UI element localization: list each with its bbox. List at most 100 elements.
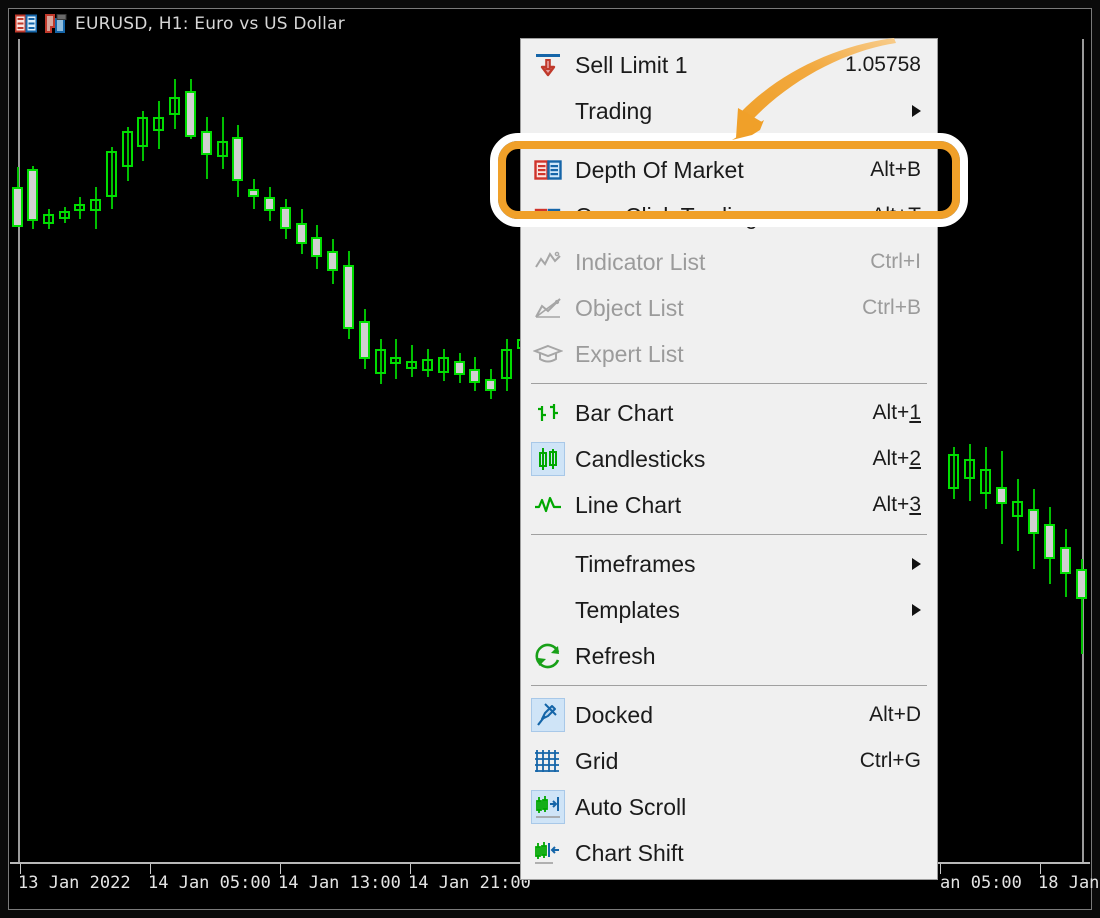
candle (217, 117, 228, 169)
candle-body (122, 131, 133, 167)
candle (964, 444, 975, 501)
candle (1076, 559, 1087, 654)
candle (422, 349, 433, 377)
menu-item-shortcut: Alt+2 (872, 447, 921, 470)
chart-window-icon[interactable] (45, 14, 67, 34)
indicator-list-icon (531, 245, 565, 279)
candle-body (485, 379, 496, 391)
menu-item-auto-scroll[interactable]: Auto Scroll (521, 784, 937, 830)
candle-body (1060, 547, 1071, 574)
menu-item-depth-of-market[interactable]: Depth Of Market Alt+B (521, 147, 937, 193)
menu-item-shortcut: Ctrl+G (859, 749, 921, 772)
candle (248, 179, 259, 209)
menu-item-line-chart[interactable]: Line Chart Alt+3 (521, 482, 937, 528)
candle (27, 166, 38, 229)
candle-body (390, 357, 401, 364)
candle-body (327, 251, 338, 271)
candle-body (59, 211, 70, 219)
candle (343, 251, 354, 339)
candle-body (469, 369, 480, 383)
menu-item-one-click-trading[interactable]: One Click Trading Alt+T (521, 193, 937, 239)
candle (359, 309, 370, 369)
candle-body (137, 117, 148, 147)
menu-item-label: Chart Shift (575, 839, 684, 866)
menu-item-refresh[interactable]: Refresh (521, 633, 937, 679)
line-chart-icon (531, 488, 565, 522)
candle (980, 447, 991, 509)
candle (264, 187, 275, 221)
candle (1044, 507, 1055, 584)
candle-body (1076, 569, 1087, 599)
sell-limit-icon (531, 48, 565, 82)
menu-item-label: Sell Limit 1 (575, 51, 688, 78)
candle (406, 345, 417, 377)
menu-item-shortcut: 1.05758 (845, 53, 921, 76)
menu-separator (531, 383, 927, 384)
candle (1012, 479, 1023, 551)
menu-item-docked[interactable]: Docked Alt+D (521, 692, 937, 738)
candle-body (12, 187, 23, 227)
candle-body (438, 357, 449, 373)
screen: EURUSD, H1: Euro vs US Dollar 13 Jan 202… (0, 0, 1100, 918)
menu-item-icon-placeholder (531, 94, 565, 128)
menu-item-grid[interactable]: Grid Ctrl+G (521, 738, 937, 784)
candle-body (996, 487, 1007, 504)
candle (232, 125, 243, 197)
candle (1028, 489, 1039, 569)
candle-body (501, 349, 512, 379)
auto-scroll-icon (531, 790, 565, 824)
candle (996, 451, 1007, 544)
time-axis-label: an 05:00 (940, 873, 1022, 893)
menu-item-shortcut: Alt+T (871, 204, 921, 227)
candle-body (296, 223, 307, 244)
expert-list-icon (531, 337, 565, 371)
candle-body (1012, 501, 1023, 517)
menu-item-label: Templates (575, 596, 680, 623)
menu-item-sell-limit[interactable]: Sell Limit 1 1.05758 (521, 42, 937, 88)
menu-item-shortcut: Alt+D (869, 703, 921, 726)
menu-item-label: Line Chart (575, 491, 682, 518)
candle-body (248, 189, 259, 197)
menu-item-trading[interactable]: Trading (521, 88, 937, 134)
candle (122, 127, 133, 181)
time-axis-label: 14 Jan 05:00 (148, 873, 271, 893)
candle (390, 339, 401, 379)
candle-body (43, 214, 54, 224)
candle (280, 199, 291, 239)
time-axis-label: 14 Jan 21:00 (408, 873, 531, 893)
candle-body (406, 361, 417, 369)
menu-item-shortcut: Alt+3 (872, 493, 921, 516)
candle-body (153, 117, 164, 131)
candle-body (1044, 524, 1055, 559)
menu-item-label: Auto Scroll (575, 793, 687, 820)
candle (1060, 529, 1071, 597)
candle-body (185, 91, 196, 137)
object-list-icon (531, 291, 565, 325)
chart-title: EURUSD, H1: Euro vs US Dollar (75, 14, 345, 34)
menu-item-bar-chart[interactable]: Bar Chart Alt+1 (521, 390, 937, 436)
menu-item-templates[interactable]: Templates (521, 587, 937, 633)
menu-item-shortcut: Alt+1 (872, 401, 921, 424)
candle-body (217, 141, 228, 157)
chart-context-menu[interactable]: Sell Limit 1 1.05758 Trading Depth Of Marke… (520, 38, 938, 880)
menu-separator (531, 534, 927, 535)
candle-body (106, 151, 117, 197)
menu-item-label: Timeframes (575, 550, 696, 577)
candle (43, 209, 54, 229)
depth-of-market-icon[interactable] (15, 14, 37, 34)
candle-body (964, 459, 975, 479)
candle (137, 111, 148, 161)
menu-item-chart-shift[interactable]: Chart Shift (521, 830, 937, 876)
chart-titlebar: EURUSD, H1: Euro vs US Dollar (9, 9, 1091, 39)
candle (59, 207, 70, 223)
menu-item-label: Indicator List (575, 248, 706, 275)
right-axis-line (1082, 39, 1084, 863)
menu-item-shortcut: Alt+B (870, 158, 921, 181)
left-axis-line (18, 39, 20, 863)
menu-item-timeframes[interactable]: Timeframes (521, 541, 937, 587)
menu-item-candlesticks[interactable]: Candlesticks Alt+2 (521, 436, 937, 482)
pin-icon (531, 698, 565, 732)
candle (12, 167, 23, 227)
candle (948, 447, 959, 499)
menu-item-shortcut: Ctrl+B (862, 296, 921, 319)
